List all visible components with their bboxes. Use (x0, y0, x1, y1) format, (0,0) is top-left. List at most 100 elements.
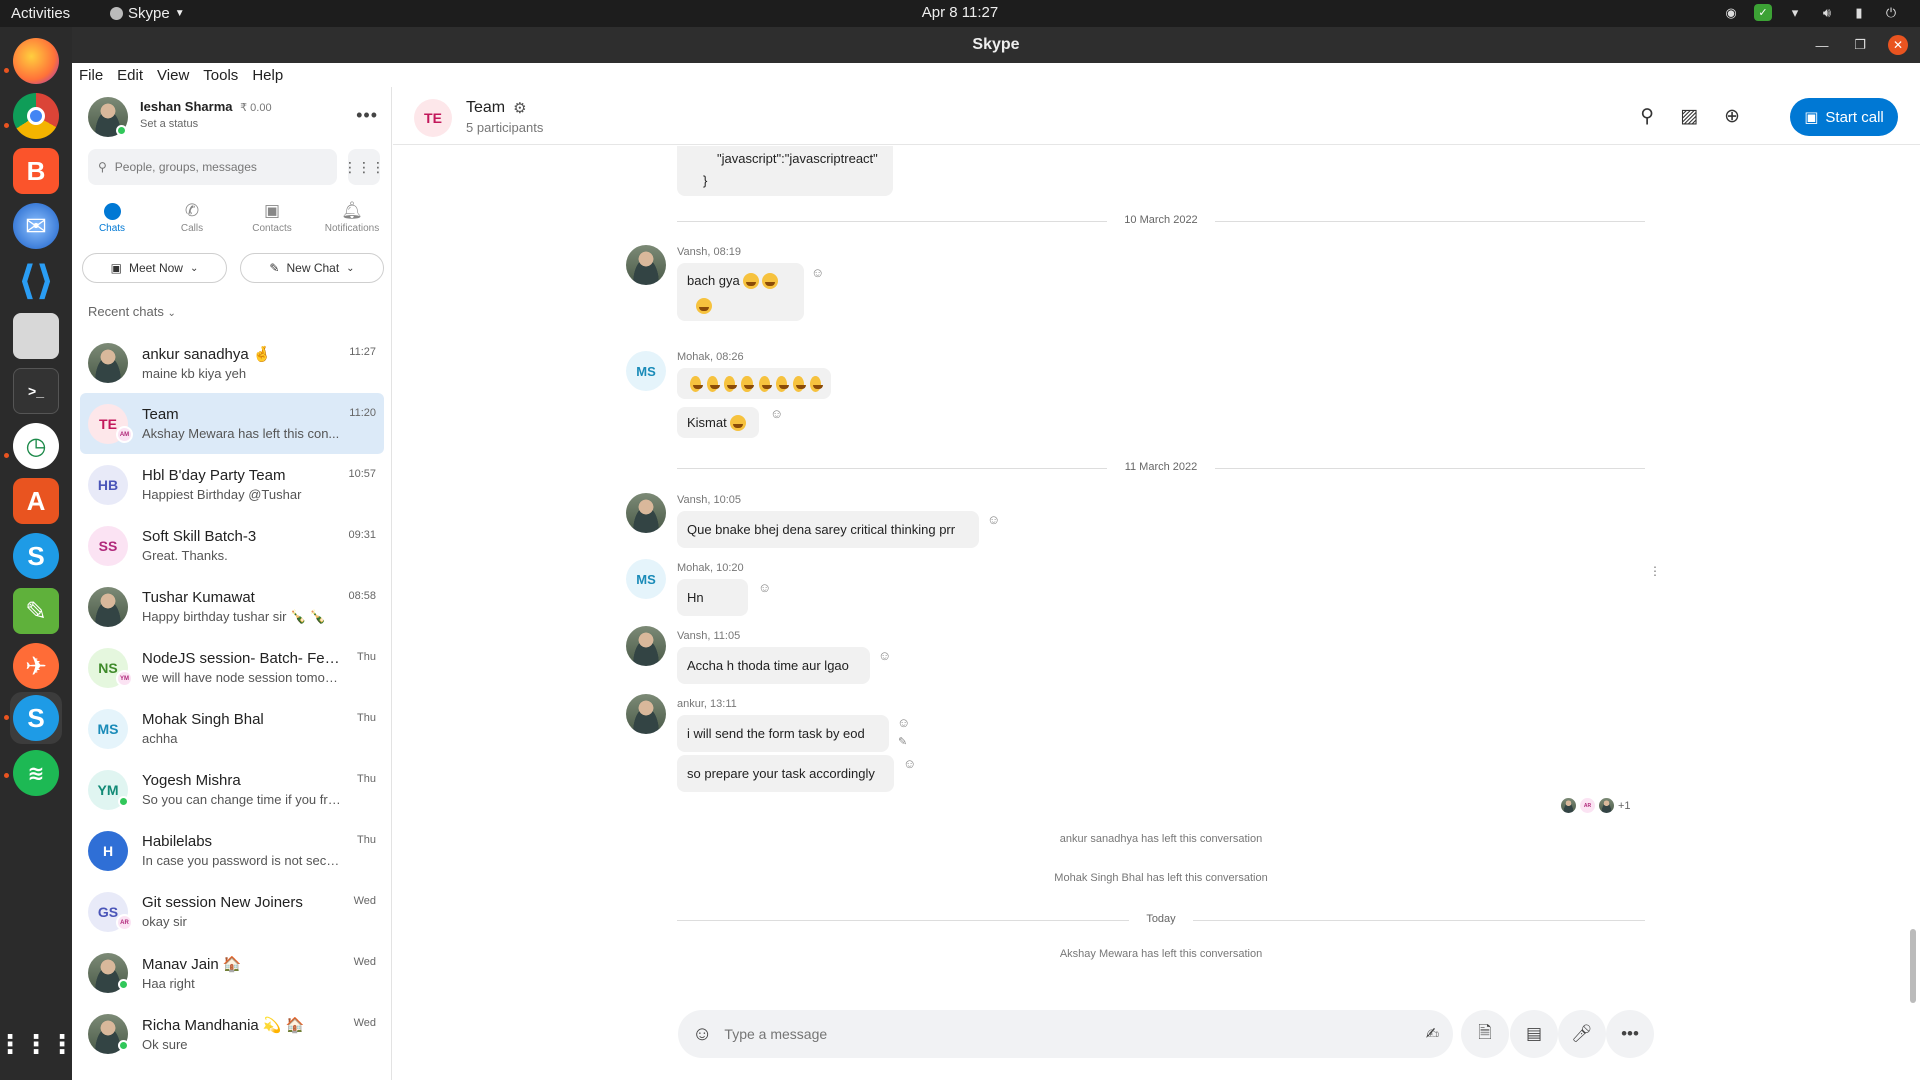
minimize-button[interactable]: — (1812, 35, 1832, 55)
maximize-button[interactable]: ❐ (1850, 35, 1870, 55)
sender-avatar[interactable] (626, 694, 666, 734)
add-reaction-icon[interactable]: ☺ (811, 265, 824, 280)
sender-avatar[interactable] (626, 626, 666, 666)
read-receipts[interactable]: AR +1 (1561, 798, 1631, 813)
brave-launcher[interactable]: B (10, 145, 62, 197)
add-reaction-icon[interactable]: ☺ (770, 406, 783, 421)
participants-count[interactable]: 5 participants (466, 120, 543, 135)
message-bubble[interactable]: so prepare your task accordingly (677, 755, 894, 792)
chat-list-item[interactable]: H Habilelabs In case you password is not s… (80, 820, 384, 881)
spotify-launcher[interactable]: ≋ (10, 747, 62, 799)
add-reaction-icon[interactable]: ☺ (897, 715, 910, 730)
firefox-launcher[interactable] (10, 35, 62, 87)
chat-list-item[interactable]: Tushar Kumawat Happy birthday tushar sir … (80, 576, 384, 637)
emoji-picker-icon[interactable]: ☺ (692, 1023, 712, 1046)
tab-calls[interactable]: ✆ Calls (152, 199, 232, 249)
chat-list-item[interactable]: SS Soft Skill Batch-3 Great. Thanks. 09:31 (80, 515, 384, 576)
profile-name[interactable]: Ieshan Sharma (140, 99, 233, 114)
dialpad-icon[interactable]: ⋮⋮⋮ (343, 149, 385, 185)
menu-help[interactable]: Help (252, 67, 283, 84)
add-reaction-icon[interactable]: ☺ (903, 756, 916, 771)
add-reaction-icon[interactable]: ☺ (987, 512, 1000, 527)
chat-list-item[interactable]: Manav Jain 🏠 Haa right Wed (80, 942, 384, 1003)
meet-now-button[interactable]: ▣ Meet Now ⌄ (82, 253, 227, 283)
chrome-launcher[interactable] (10, 90, 62, 142)
emoji-message-bubble[interactable] (677, 368, 831, 399)
show-apps-button[interactable]: ⋮⋮⋮ (0, 1018, 75, 1070)
power-menu-icon[interactable]: ⏻ (1882, 4, 1900, 21)
gear-icon[interactable]: ⚙ (513, 99, 526, 117)
set-status-link[interactable]: Set a status (140, 118, 198, 130)
message-bubble[interactable]: Hn (677, 579, 748, 616)
menu-edit[interactable]: Edit (117, 67, 143, 84)
message-bubble[interactable]: Kismat (677, 407, 759, 438)
timer-launcher[interactable]: ◷ (10, 420, 62, 472)
volume-icon[interactable]: 🔊︎ (1818, 4, 1836, 21)
message-bubble[interactable]: Que bnake bhej dena sarey critical think… (677, 511, 979, 548)
code-message[interactable]: "javascript":"javascriptreact" } (677, 146, 893, 196)
vscode-launcher[interactable]: ⟨⟩ (10, 255, 62, 307)
group-avatar[interactable]: TE (414, 99, 452, 137)
format-pen-icon[interactable]: ✍ (1426, 1024, 1439, 1044)
chat-preview: Haa right (142, 975, 195, 991)
sender-avatar[interactable] (626, 245, 666, 285)
skype-launcher-active[interactable]: S (10, 692, 62, 744)
edit-pencil-icon[interactable]: ✎ (898, 735, 907, 748)
menu-tools[interactable]: Tools (203, 67, 238, 84)
menu-view[interactable]: View (157, 67, 189, 84)
tab-notifications[interactable]: 🔔︎ Notifications (312, 199, 391, 249)
recent-chats-header[interactable]: Recent chats ⌄ (88, 304, 176, 319)
chat-list-item[interactable]: ankur sanadhya 🤞 maine kb kiya yeh 11:27 (80, 332, 384, 393)
chat-list-item[interactable]: MS Mohak Singh Bhal achha Thu (80, 698, 384, 759)
menu-file[interactable]: File (79, 67, 103, 84)
search-input[interactable]: ⚲ People, groups, messages (88, 149, 337, 185)
thunderbird-launcher[interactable]: ✉ (10, 200, 62, 252)
skype-launcher[interactable]: S (10, 530, 62, 582)
share-contact-button[interactable]: ▤ (1510, 1010, 1558, 1058)
chat-list-item[interactable]: GS AR Git session New Joiners okay sir Wed (80, 881, 384, 942)
sender-avatar[interactable] (626, 493, 666, 533)
editor-launcher[interactable]: ✎ (10, 585, 62, 637)
chat-list-item[interactable]: HB Hbl B'day Party Team Happiest Birthday … (80, 454, 384, 515)
close-button[interactable]: ✕ (1888, 35, 1908, 55)
add-person-icon[interactable]: ⊕ (1724, 105, 1740, 128)
wifi-icon[interactable]: ▾ (1786, 4, 1804, 21)
postman-launcher[interactable]: ✈ (10, 640, 62, 692)
clock[interactable]: Apr 8 11:27 (922, 4, 998, 21)
chat-list-item[interactable]: TE AM Team Akshay Mewara has left this con.… (80, 393, 384, 454)
tab-chats[interactable]: Chats (72, 199, 152, 249)
message-input[interactable] (724, 1026, 1414, 1042)
app-menu[interactable]: Skype ▼ (110, 5, 185, 22)
add-reaction-icon[interactable]: ☺ (878, 648, 891, 663)
message-bubble[interactable]: Accha h thoda time aur lgao (677, 647, 870, 684)
files-launcher[interactable] (10, 310, 62, 362)
start-call-button[interactable]: ▣ Start call (1790, 98, 1898, 136)
profile-balance[interactable]: ₹ 0.00 (240, 102, 271, 114)
record-icon[interactable]: ◉ (1722, 4, 1740, 21)
activities-button[interactable]: Activities (11, 5, 70, 22)
software-launcher[interactable]: A (10, 475, 62, 527)
shield-check-icon[interactable]: ✓ (1754, 4, 1772, 21)
message-bubble[interactable]: bach gya (677, 263, 804, 321)
chat-list-item[interactable]: Richa Mandhania 💫 🏠 Ok sure Wed (80, 1003, 384, 1064)
sender-avatar-initials[interactable]: MS (626, 351, 666, 391)
message-options-icon[interactable]: ⋮ (1649, 564, 1661, 578)
add-reaction-icon[interactable]: ☺ (758, 580, 771, 595)
share-file-button[interactable]: 🗎 (1461, 1010, 1509, 1058)
more-actions-button[interactable]: ••• (1606, 1010, 1654, 1058)
gallery-icon[interactable]: ▨ (1680, 105, 1698, 128)
scrollbar[interactable] (1910, 929, 1916, 1003)
terminal-launcher[interactable]: >_ (10, 365, 62, 417)
battery-icon[interactable]: ▮ (1850, 4, 1868, 21)
more-options-icon[interactable]: ••• (356, 105, 378, 126)
search-icon[interactable]: ⚲ (1640, 105, 1654, 128)
message-bubble[interactable]: i will send the form task by eod (677, 715, 889, 752)
chat-list-item[interactable]: NS YM NodeJS session- Batch- Feb... we will… (80, 637, 384, 698)
reaction-emoji-icon[interactable] (696, 298, 712, 314)
new-chat-button[interactable]: ✎ New Chat ⌄ (240, 253, 384, 283)
tab-contacts[interactable]: ▣ Contacts (232, 199, 312, 249)
chat-list-item[interactable]: YM Yogesh Mishra So you can change time if… (80, 759, 384, 820)
voice-message-button[interactable]: 🎤︎ (1558, 1010, 1606, 1058)
sender-avatar-initials[interactable]: MS (626, 559, 666, 599)
conversation-title[interactable]: Team (466, 99, 505, 117)
